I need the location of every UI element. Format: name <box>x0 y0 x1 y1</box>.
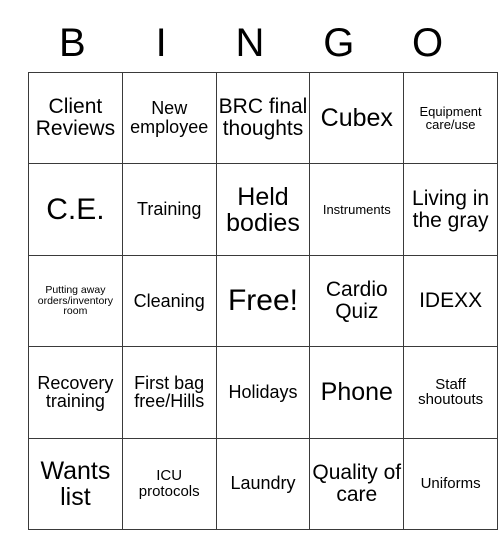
bingo-cell[interactable]: Training <box>121 163 217 256</box>
bingo-cell[interactable]: Putting away orders/inventory room <box>28 254 123 348</box>
bingo-cell[interactable]: IDEXX <box>403 254 498 348</box>
header-letter-o: O <box>412 21 444 65</box>
bingo-grid: Client Reviews New employee BRC final th… <box>28 71 498 530</box>
bingo-cell[interactable]: Cardio Quiz <box>309 254 405 348</box>
bingo-row: C.E. Training Held bodies Instruments Li… <box>28 163 498 256</box>
bingo-cell[interactable]: First bag free/Hills <box>121 346 217 439</box>
bingo-cell[interactable]: Instruments <box>309 163 405 256</box>
header-letter-b: B <box>59 21 86 65</box>
bingo-cell[interactable]: Living in the gray <box>403 163 498 256</box>
bingo-row: Wants list ICU protocols Laundry Quality… <box>28 437 498 530</box>
bingo-card: B I N G O Client Reviews New employee BR… <box>28 14 498 530</box>
bingo-cell-free[interactable]: Free! <box>215 254 311 348</box>
bingo-cell[interactable]: Wants list <box>28 437 123 530</box>
header-letter-g: G <box>323 21 355 65</box>
bingo-cell[interactable]: BRC final thoughts <box>215 71 311 165</box>
bingo-cell[interactable]: Quality of care <box>309 437 405 530</box>
bingo-row: Putting away orders/inventory room Clean… <box>28 254 498 348</box>
header-letter-n: N <box>235 21 265 65</box>
bingo-cell[interactable]: ICU protocols <box>121 437 217 530</box>
bingo-cell[interactable]: Cubex <box>309 71 405 165</box>
bingo-header: B I N G O <box>28 14 472 72</box>
bingo-cell[interactable]: Held bodies <box>215 163 311 256</box>
bingo-cell[interactable]: Equipment care/use <box>403 71 498 165</box>
bingo-cell[interactable]: Laundry <box>215 437 311 530</box>
bingo-cell[interactable]: Client Reviews <box>28 71 123 165</box>
bingo-cell[interactable]: New employee <box>121 71 217 165</box>
bingo-cell[interactable]: Holidays <box>215 346 311 439</box>
bingo-cell[interactable]: Recovery training <box>28 346 123 439</box>
bingo-cell[interactable]: Phone <box>309 346 405 439</box>
bingo-row: Client Reviews New employee BRC final th… <box>28 71 498 165</box>
bingo-row: Recovery training First bag free/Hills H… <box>28 346 498 439</box>
bingo-cell[interactable]: Staff shoutouts <box>403 346 498 439</box>
bingo-cell[interactable]: Cleaning <box>121 254 217 348</box>
bingo-cell[interactable]: Uniforms <box>403 437 498 530</box>
header-letter-i: I <box>155 21 167 65</box>
bingo-cell[interactable]: C.E. <box>28 163 123 256</box>
